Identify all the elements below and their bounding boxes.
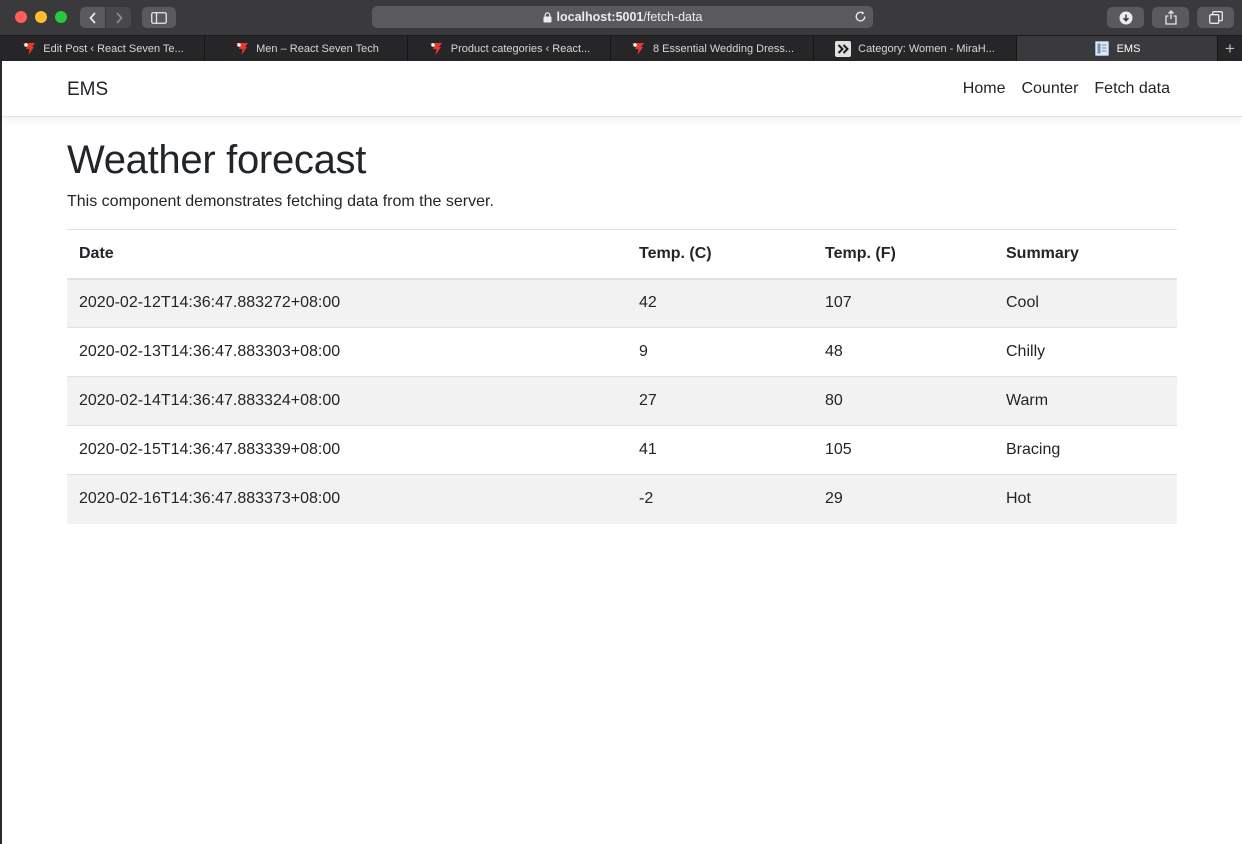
table-row: 2020-02-14T14:36:47.883324+08:00 27 80 W…	[67, 376, 1177, 426]
plus-icon: +	[1225, 38, 1235, 58]
url-path: /fetch-data	[643, 10, 703, 24]
document-icon	[1094, 41, 1110, 57]
tab-label: Product categories ‹ React...	[450, 42, 591, 55]
react-seven-tech-icon	[20, 41, 36, 57]
tab-label: 8 Essential Wedding Dress...	[652, 42, 795, 55]
cell-temp-f: 107	[813, 278, 994, 328]
table-row: 2020-02-16T14:36:47.883373+08:00 -2 29 H…	[67, 474, 1177, 524]
react-seven-tech-icon	[233, 41, 249, 57]
cell-temp-f: 80	[813, 376, 994, 426]
share-icon	[1164, 10, 1177, 25]
cell-temp-f: 29	[813, 474, 994, 524]
browser-titlebar: localhost:5001/fetch-data	[0, 0, 1242, 35]
cell-summary: Chilly	[994, 327, 1177, 377]
tab-men[interactable]: Men – React Seven Tech	[205, 36, 408, 61]
table-row: 2020-02-13T14:36:47.883303+08:00 9 48 Ch…	[67, 327, 1177, 377]
sidebar-icon	[151, 11, 167, 24]
tab-label: Category: Women - MiraH...	[858, 42, 995, 55]
cell-date: 2020-02-15T14:36:47.883339+08:00	[67, 425, 627, 475]
page-title: Weather forecast	[67, 138, 367, 182]
nav-link-fetch-data[interactable]: Fetch data	[1094, 80, 1170, 98]
nav-link-counter[interactable]: Counter	[1021, 80, 1078, 98]
header-summary: Summary	[994, 229, 1177, 280]
cell-temp-c: 42	[627, 278, 813, 328]
download-icon	[1119, 11, 1132, 24]
cell-summary: Hot	[994, 474, 1177, 524]
web-page: EMS Home Counter Fetch data Weather fore…	[2, 61, 1242, 844]
sidebar-toggle-button[interactable]	[142, 7, 176, 28]
double-chevron-icon	[835, 40, 852, 57]
cell-temp-f: 105	[813, 425, 994, 475]
react-seven-tech-icon	[630, 41, 646, 57]
reload-icon[interactable]	[854, 10, 867, 26]
tab-product-categories[interactable]: Product categories ‹ React...	[408, 36, 611, 61]
chevron-right-icon	[115, 11, 123, 24]
cell-temp-c: -2	[627, 474, 813, 524]
tab-wedding-dress[interactable]: 8 Essential Wedding Dress...	[611, 36, 814, 61]
lock-icon	[543, 11, 552, 23]
forecast-table: Date Temp. (C) Temp. (F) Summary 2020-02…	[67, 229, 1177, 524]
nav-link-home[interactable]: Home	[963, 80, 1006, 98]
cell-date: 2020-02-12T14:36:47.883272+08:00	[67, 278, 627, 328]
cell-date: 2020-02-13T14:36:47.883303+08:00	[67, 327, 627, 377]
tab-edit-post[interactable]: Edit Post ‹ React Seven Te...	[0, 36, 205, 61]
header-date: Date	[67, 229, 627, 280]
tab-label: EMS	[1116, 42, 1141, 55]
cell-temp-c: 41	[627, 425, 813, 475]
forward-button[interactable]	[106, 7, 131, 28]
header-temp-c: Temp. (C)	[627, 229, 813, 280]
tab-overview-icon	[1208, 11, 1223, 24]
header-temp-f: Temp. (F)	[813, 229, 994, 280]
close-window-button[interactable]	[15, 11, 27, 23]
cell-date: 2020-02-14T14:36:47.883324+08:00	[67, 376, 627, 426]
cell-temp-f: 48	[813, 327, 994, 377]
share-button[interactable]	[1152, 7, 1189, 28]
react-seven-tech-icon	[428, 41, 444, 57]
tab-label: Edit Post ‹ React Seven Te...	[43, 42, 184, 55]
tab-category-women[interactable]: Category: Women - MiraH...	[814, 36, 1017, 61]
zoom-window-button[interactable]	[55, 11, 67, 23]
table-header-row: Date Temp. (C) Temp. (F) Summary	[67, 229, 1177, 280]
page-description: This component demonstrates fetching dat…	[67, 193, 494, 210]
cell-temp-c: 9	[627, 327, 813, 377]
cell-summary: Warm	[994, 376, 1177, 426]
cell-date: 2020-02-16T14:36:47.883373+08:00	[67, 474, 627, 524]
tab-ems[interactable]: EMS	[1017, 36, 1218, 61]
main-content: Weather forecast This component demonstr…	[67, 136, 1177, 524]
address-bar[interactable]: localhost:5001/fetch-data	[372, 6, 873, 28]
downloads-button[interactable]	[1107, 7, 1144, 28]
url-host: localhost:5001	[556, 10, 644, 24]
chevron-left-icon	[88, 11, 96, 24]
new-tab-button[interactable]: +	[1218, 36, 1242, 61]
brand-link[interactable]: EMS	[67, 79, 108, 101]
show-tabs-button[interactable]	[1197, 7, 1234, 28]
table-row: 2020-02-15T14:36:47.883339+08:00 41 105 …	[67, 425, 1177, 475]
tab-label: Men – React Seven Tech	[256, 42, 379, 55]
cell-summary: Bracing	[994, 425, 1177, 475]
back-button[interactable]	[80, 7, 105, 28]
table-row: 2020-02-12T14:36:47.883272+08:00 42 107 …	[67, 278, 1177, 328]
minimize-window-button[interactable]	[35, 11, 47, 23]
tab-strip: Edit Post ‹ React Seven Te... Men – Reac…	[0, 35, 1242, 61]
app-navbar: EMS Home Counter Fetch data	[2, 61, 1242, 117]
cell-temp-c: 27	[627, 376, 813, 426]
cell-summary: Cool	[994, 278, 1177, 328]
nav-links: Home Counter Fetch data	[947, 80, 1170, 98]
